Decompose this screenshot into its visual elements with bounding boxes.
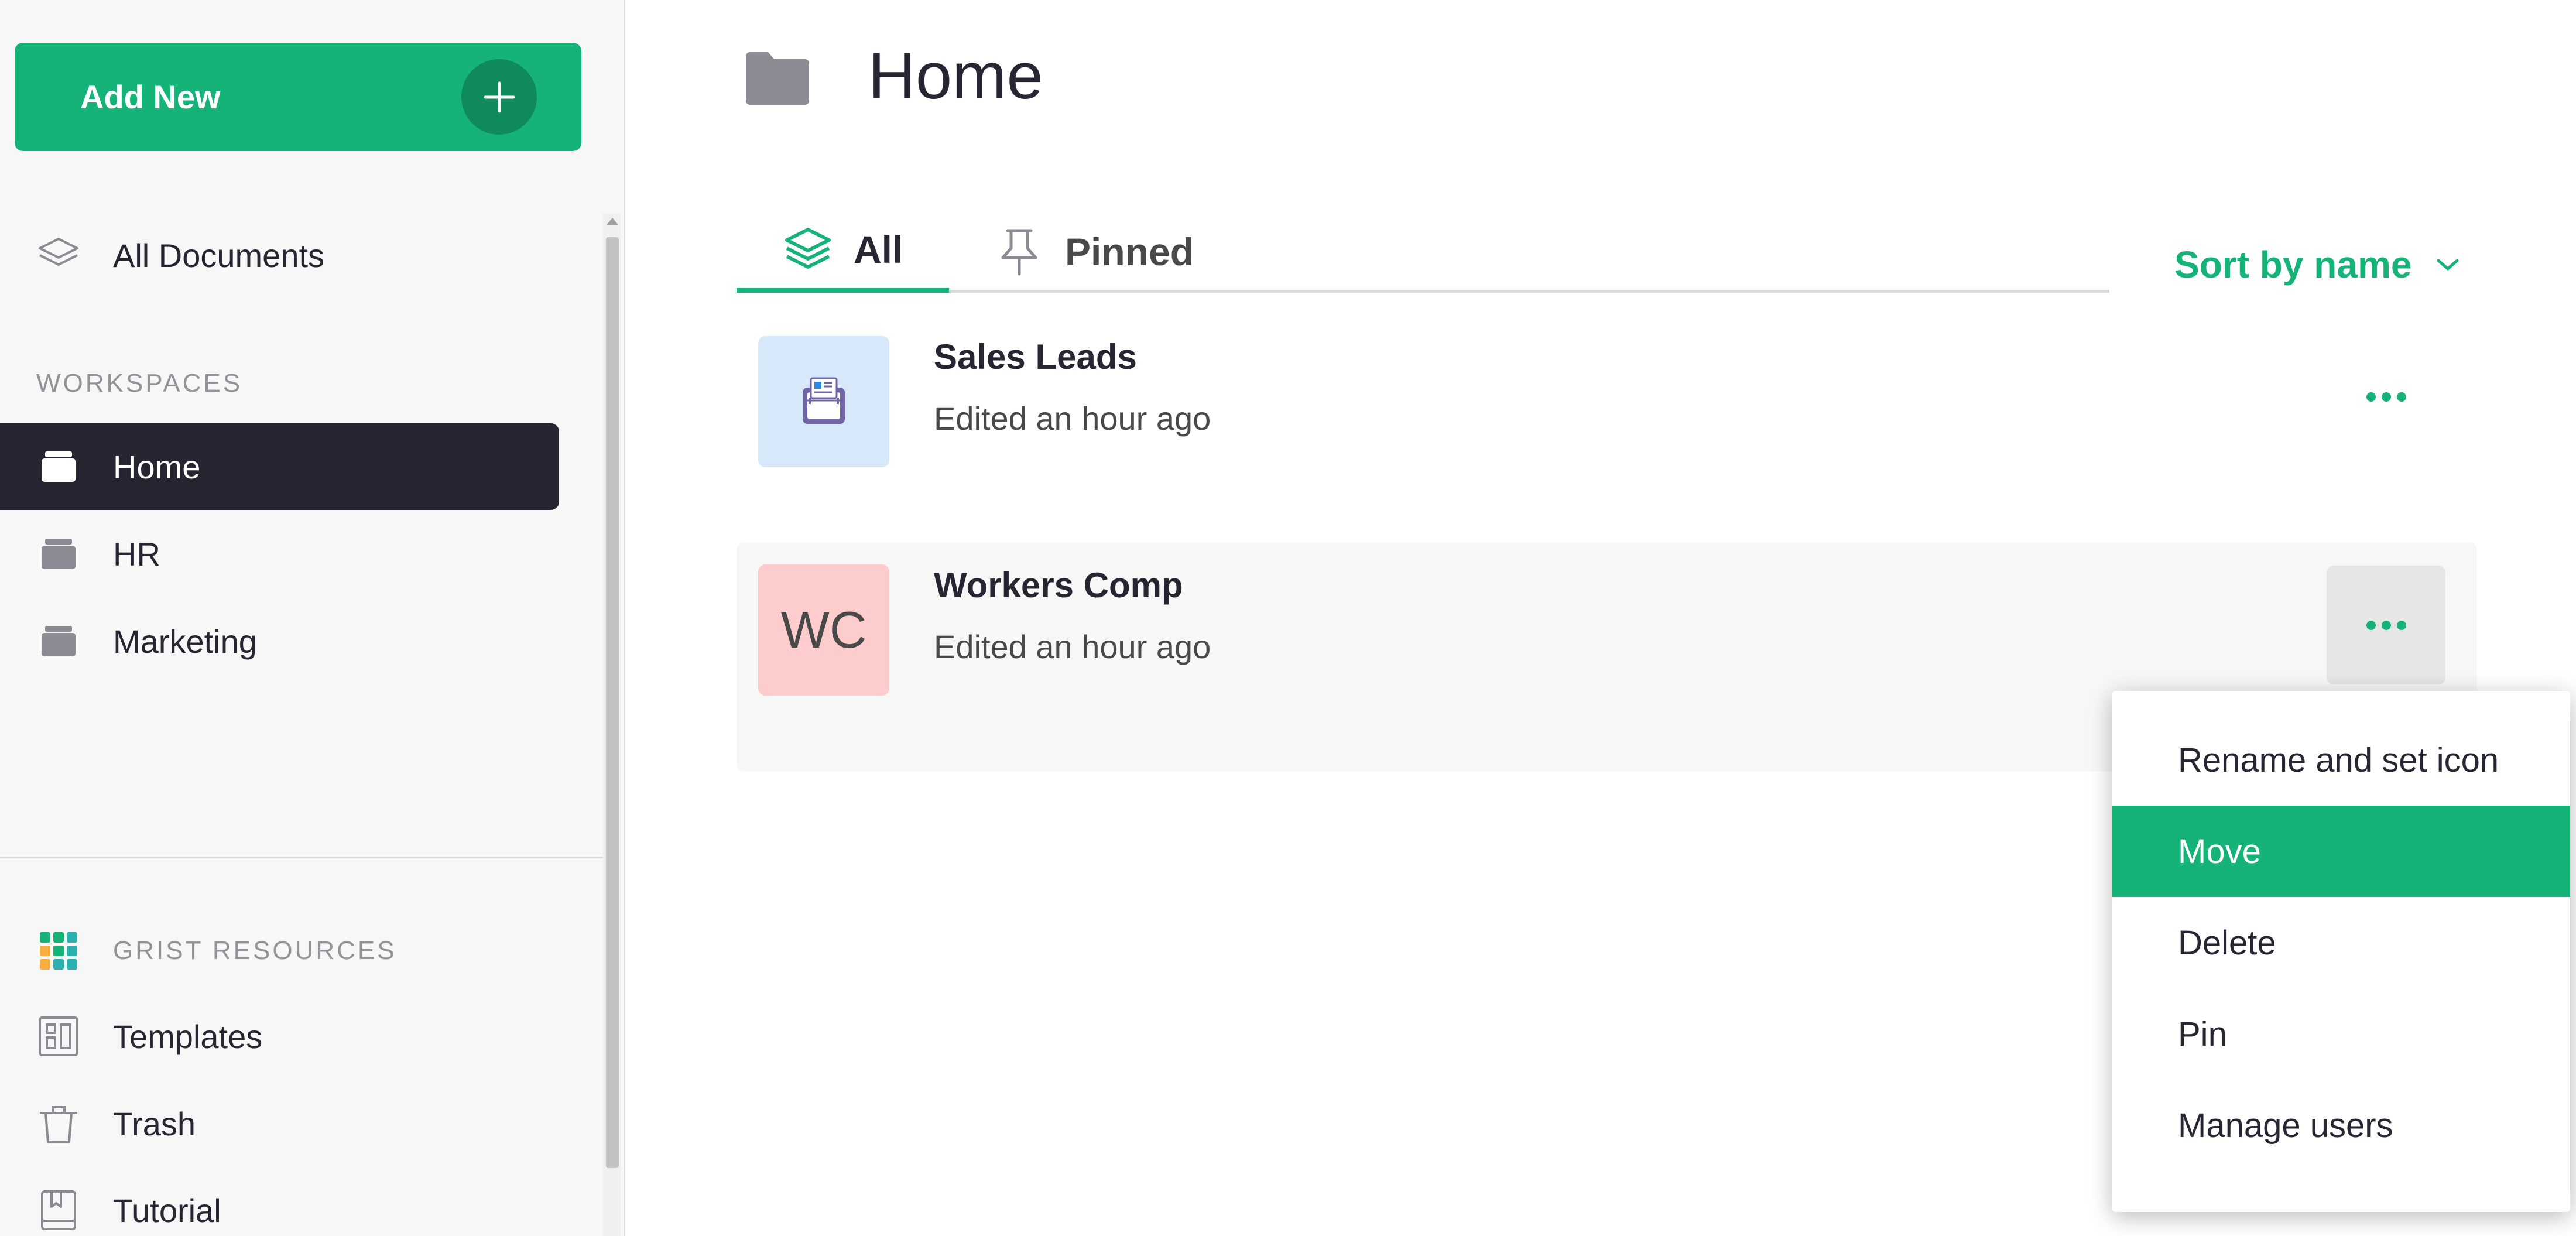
- workspace-icon: [36, 619, 81, 663]
- sort-label: Sort by name: [2174, 244, 2412, 286]
- sort-dropdown[interactable]: Sort by name: [2174, 243, 2461, 286]
- sidebar-item-label: Templates: [113, 1018, 263, 1055]
- sidebar-item-label: Trash: [113, 1105, 196, 1142]
- document-row-sales-leads[interactable]: Sales Leads Edited an hour ago: [737, 314, 2477, 543]
- sidebar-item-tutorial[interactable]: Tutorial: [0, 1167, 559, 1236]
- sidebar-item-hr[interactable]: HR: [0, 511, 559, 597]
- page-title: Home: [868, 39, 1043, 112]
- document-edited-time: Edited an hour ago: [934, 628, 1211, 665]
- plus-icon: [461, 59, 537, 135]
- sidebar-item-label: Tutorial: [113, 1192, 221, 1229]
- workspaces-heading: WORKSPACES: [36, 369, 243, 398]
- document-thumbnail: WC: [758, 564, 889, 696]
- templates-icon: [36, 1014, 81, 1059]
- sidebar-divider: [0, 857, 603, 858]
- workspace-icon: [36, 444, 81, 489]
- document-context-menu: Rename and set icon Move Delete Pin Mana…: [2112, 691, 2570, 1212]
- tab-pinned[interactable]: Pinned: [997, 211, 1194, 293]
- sidebar-item-label: HR: [113, 535, 160, 573]
- document-thumbnail: [758, 336, 889, 467]
- sidebar-item-label: Marketing: [113, 622, 257, 660]
- chevron-down-icon: [2435, 256, 2461, 273]
- page-header: [744, 41, 811, 117]
- menu-item-delete[interactable]: Delete: [2112, 897, 2570, 988]
- menu-item-rename[interactable]: Rename and set icon: [2112, 714, 2570, 806]
- more-dots-icon: [2366, 392, 2406, 402]
- sidebar-item-label: Home: [113, 448, 201, 485]
- add-new-button[interactable]: Add New: [15, 43, 581, 151]
- document-icon: [794, 371, 853, 433]
- grist-resources-heading: GRIST RESOURCES: [113, 936, 397, 965]
- sidebar-item-label: All Documents: [113, 237, 325, 274]
- document-tabs: All Pinned: [737, 211, 2109, 293]
- tab-label: Pinned: [1065, 230, 1194, 273]
- add-new-label: Add New: [80, 78, 221, 115]
- sidebar-item-all-documents[interactable]: All Documents: [0, 212, 559, 299]
- grist-logo-icon: [36, 929, 81, 973]
- document-more-button[interactable]: [2327, 337, 2445, 456]
- workspace-icon: [36, 532, 81, 576]
- document-edited-time: Edited an hour ago: [934, 400, 1211, 437]
- sidebar-item-home[interactable]: Home: [0, 423, 559, 510]
- folder-icon: [744, 49, 811, 110]
- sidebar-scrollbar-thumb[interactable]: [606, 237, 619, 1168]
- book-icon: [36, 1188, 81, 1232]
- tab-label: All: [854, 228, 903, 271]
- menu-item-manage-users[interactable]: Manage users: [2112, 1080, 2570, 1171]
- tab-all[interactable]: All: [737, 211, 949, 293]
- scroll-up-arrow-icon[interactable]: [607, 218, 618, 225]
- menu-item-pin[interactable]: Pin: [2112, 988, 2570, 1080]
- menu-item-move[interactable]: Move: [2112, 806, 2570, 897]
- document-initials: WC: [780, 601, 867, 659]
- pin-icon: [997, 227, 1042, 276]
- document-name[interactable]: Sales Leads: [934, 337, 1137, 377]
- left-sidebar: Add New All Documents WORKSPACES Home HR…: [0, 0, 625, 1236]
- layers-icon: [36, 233, 81, 278]
- grist-resources-heading-row: GRIST RESOURCES: [0, 908, 559, 994]
- sidebar-item-marketing[interactable]: Marketing: [0, 598, 559, 684]
- sidebar-item-templates[interactable]: Templates: [0, 993, 559, 1080]
- sidebar-item-trash[interactable]: Trash: [0, 1080, 559, 1167]
- trash-icon: [36, 1101, 81, 1146]
- layers-icon: [783, 225, 833, 274]
- more-dots-icon: [2366, 620, 2406, 630]
- document-name[interactable]: Workers Comp: [934, 565, 1183, 605]
- document-more-button[interactable]: [2327, 566, 2445, 684]
